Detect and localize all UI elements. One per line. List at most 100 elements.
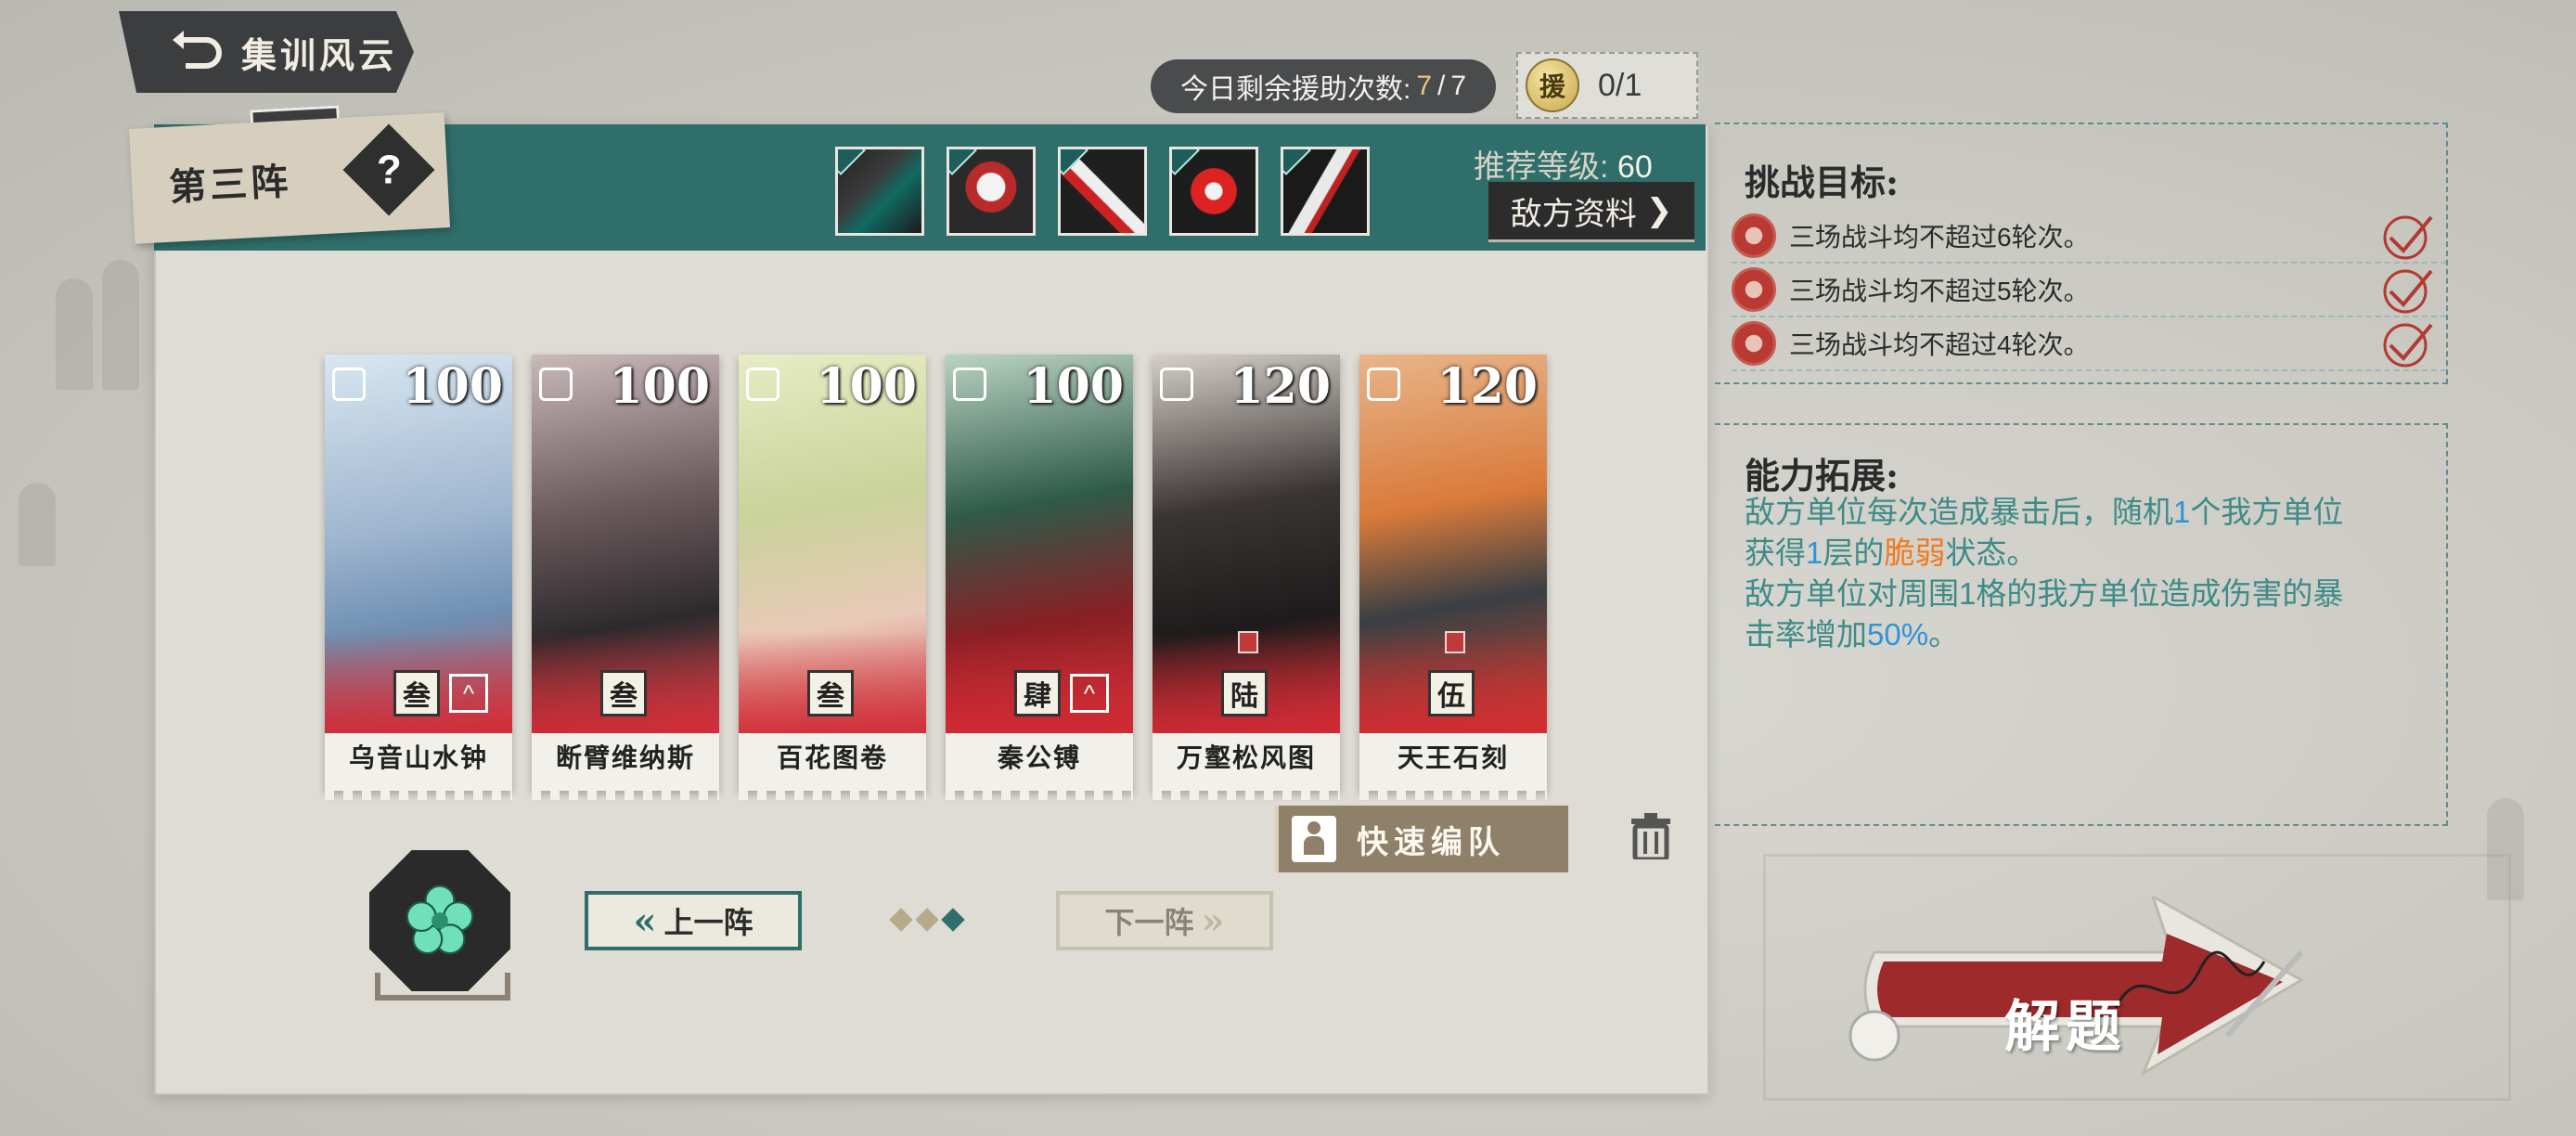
class-icon bbox=[539, 368, 573, 401]
page-dot-active bbox=[941, 908, 965, 932]
hero-card[interactable]: 120 伍 天王石刻 bbox=[1359, 355, 1547, 800]
enemy-tag-icon bbox=[1283, 149, 1311, 175]
hero-rank: 叁 bbox=[807, 670, 854, 716]
goal-text: 三场战斗均不超过4轮次。 bbox=[1789, 330, 2090, 359]
emblem-base bbox=[375, 973, 510, 1000]
enemy-portrait[interactable] bbox=[835, 147, 924, 236]
hero-name: 万壑松风图 bbox=[1176, 742, 1316, 773]
page-title: 集训风云 bbox=[241, 33, 398, 76]
question-icon: ? bbox=[376, 146, 402, 192]
hero-card[interactable]: 100 叁 ^ 乌音山水钟 bbox=[325, 355, 512, 800]
hero-rank: 伍 bbox=[1428, 670, 1475, 716]
goal-text: 三场战斗均不超过5轮次。 bbox=[1789, 277, 2090, 305]
hero-cost: 120 bbox=[1230, 358, 1331, 415]
goal-row: 三场战斗均不超过4轮次。 bbox=[1732, 317, 2446, 371]
ability-description: 敌方单位每次造成暴击后，随机1个我方单位 获得1层的脆弱状态。 敌方单位对周围1… bbox=[1745, 492, 2431, 655]
card-edge bbox=[946, 787, 1133, 800]
hero-name: 天王石刻 bbox=[1397, 742, 1509, 773]
bg-tree bbox=[102, 260, 139, 390]
hero-cost: 120 bbox=[1436, 358, 1538, 415]
hero-rank: 陆 bbox=[1221, 670, 1268, 716]
hero-name: 乌音山水钟 bbox=[348, 742, 488, 773]
goal-bullet-icon bbox=[1732, 213, 1776, 258]
page-dot bbox=[915, 908, 939, 932]
hero-card[interactable]: 100 叁 百花图卷 bbox=[739, 355, 926, 800]
card-edge bbox=[1359, 787, 1547, 800]
hero-cost: 100 bbox=[609, 358, 710, 415]
back-button[interactable]: 集训风云 bbox=[119, 11, 414, 93]
trash-icon[interactable] bbox=[1629, 813, 1672, 859]
card-edge bbox=[325, 787, 512, 800]
hero-cost: 100 bbox=[402, 358, 503, 415]
goal-row: 三场战斗均不超过5轮次。 bbox=[1732, 264, 2446, 317]
card-edge bbox=[739, 787, 926, 800]
next-formation-button[interactable]: 下一阵 » bbox=[1056, 891, 1273, 950]
enemy-tag-icon bbox=[838, 149, 866, 175]
flower-icon bbox=[406, 884, 474, 955]
hero-cost: 100 bbox=[816, 358, 917, 415]
seal-icon bbox=[1445, 631, 1465, 653]
prev-formation-button[interactable]: « 上一阵 bbox=[585, 891, 802, 950]
formation-name: 第三阵 bbox=[168, 159, 293, 210]
ability-title: 能力拓展: bbox=[1745, 455, 1900, 497]
challenge-title: 挑战目标: bbox=[1745, 161, 1900, 203]
class-icon bbox=[1367, 368, 1400, 401]
check-icon bbox=[2383, 215, 2433, 260]
ability-line: 敌方单位对周围1格的我方单位造成伤害的暴 bbox=[1745, 576, 2344, 611]
assist-total: 7 bbox=[1450, 71, 1467, 101]
enemy-portrait[interactable] bbox=[1281, 147, 1370, 236]
enemy-tag-icon bbox=[1172, 149, 1200, 175]
goal-row: 三场战斗均不超过6轮次。 bbox=[1732, 210, 2446, 264]
bg-tree bbox=[56, 278, 93, 390]
seal-icon bbox=[1238, 631, 1258, 653]
hero-rank: 肆 bbox=[1014, 670, 1061, 716]
hero-rank: 叁 bbox=[393, 670, 440, 716]
upgrade-icon: ^ bbox=[449, 674, 488, 713]
solve-label: 解题 bbox=[2004, 995, 2127, 1060]
class-icon bbox=[1160, 368, 1193, 401]
assist-counter: 今日剩余援助次数: 7 / 7 bbox=[1151, 59, 1496, 113]
chevron-right-icon: ❯ bbox=[1645, 193, 1673, 228]
hero-card[interactable]: 100 叁 断臂维纳斯 bbox=[532, 355, 719, 800]
recommended-level-value: 60 bbox=[1616, 149, 1653, 185]
enemy-portrait[interactable] bbox=[1169, 147, 1258, 236]
double-chevron-right-icon: » bbox=[1201, 898, 1225, 943]
quick-team-button[interactable]: 快速编队 bbox=[1275, 806, 1568, 872]
check-icon bbox=[2383, 323, 2433, 368]
goal-bullet-icon bbox=[1732, 321, 1776, 366]
goal-text: 三场战斗均不超过6轮次。 bbox=[1789, 223, 2090, 252]
ability-line: 敌方单位每次造成暴击后，随机1个我方单位 bbox=[1745, 495, 2344, 529]
ability-line: 获得1层的脆弱状态。 bbox=[1745, 536, 2038, 570]
card-edge bbox=[1153, 787, 1340, 800]
bg-tree bbox=[19, 483, 56, 566]
hero-name: 断臂维纳斯 bbox=[555, 742, 695, 773]
upgrade-icon: ^ bbox=[1070, 674, 1109, 713]
assist-slot[interactable]: 援 0/1 bbox=[1516, 52, 1698, 119]
class-icon bbox=[332, 368, 366, 401]
check-icon bbox=[2383, 269, 2433, 314]
class-icon bbox=[746, 368, 779, 401]
recommended-level: 推荐等级: 60 bbox=[1474, 149, 1653, 185]
enemy-tag-icon bbox=[1061, 149, 1088, 175]
ability-line: 击率增加50%。 bbox=[1745, 617, 1960, 652]
double-chevron-left-icon: « bbox=[633, 898, 657, 943]
enemy-tag-icon bbox=[949, 149, 977, 175]
assist-used: 0/1 bbox=[1598, 67, 1642, 103]
card-edge bbox=[532, 787, 719, 800]
hero-name: 秦公镈 bbox=[997, 742, 1081, 773]
assist-remaining: 7 bbox=[1416, 71, 1432, 101]
enemy-portrait[interactable] bbox=[1058, 147, 1147, 236]
class-icon bbox=[953, 368, 986, 401]
page-indicator bbox=[889, 908, 965, 932]
hero-cost: 100 bbox=[1023, 358, 1124, 415]
enemy-info-button[interactable]: 敌方资料 ❯ bbox=[1488, 182, 1694, 242]
back-arrow-icon bbox=[173, 31, 222, 69]
enemy-portrait[interactable] bbox=[947, 147, 1036, 236]
page-dot bbox=[889, 908, 913, 932]
person-icon bbox=[1292, 816, 1336, 862]
assist-icon: 援 bbox=[1526, 58, 1579, 112]
goal-bullet-icon bbox=[1732, 267, 1776, 312]
hero-name: 百花图卷 bbox=[776, 742, 888, 773]
hero-card[interactable]: 100 肆 ^ 秦公镈 bbox=[946, 355, 1133, 800]
hero-card[interactable]: 120 陆 万壑松风图 bbox=[1153, 355, 1340, 800]
